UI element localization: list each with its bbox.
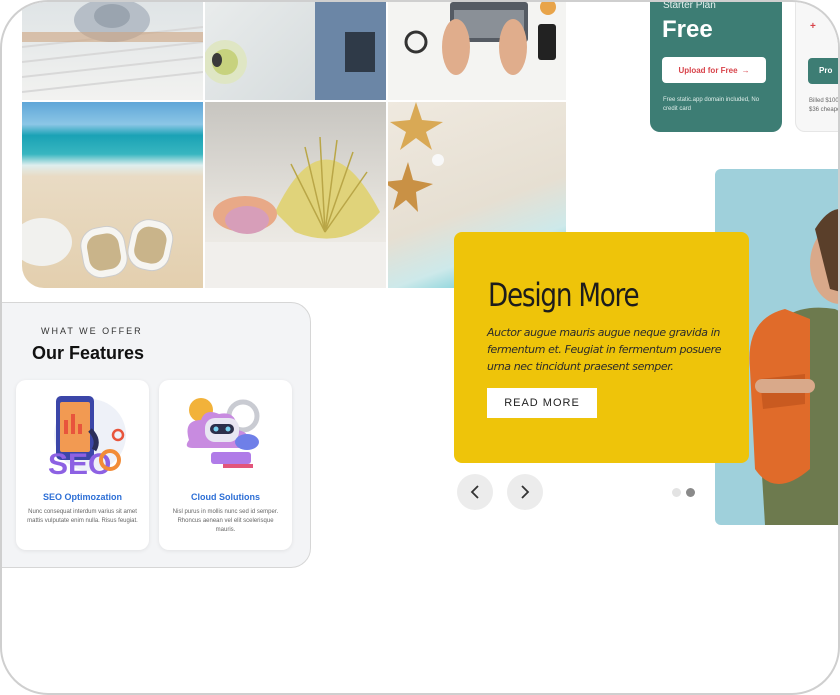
photo-laptop-hands	[388, 2, 566, 100]
section-title: Our Features	[32, 343, 145, 363]
hero-title: Design More	[488, 276, 640, 314]
photo-seashells-sand	[205, 102, 386, 288]
slider-next-button[interactable]	[507, 474, 543, 510]
slider-dot-2-active[interactable]	[686, 488, 695, 497]
slider-prev-button[interactable]	[457, 474, 493, 510]
pro-plan-note-line-1: Billed $100	[809, 98, 839, 104]
feature-card-seo[interactable]: SEO SEO Optimozation Nunc consequat inte…	[16, 380, 149, 550]
upload-button-label: Upload for Free	[678, 65, 738, 75]
photo-sunhat-on-deck	[22, 2, 203, 100]
chevron-right-icon	[521, 485, 530, 499]
hero-slide-card: Design More Auctor augue mauris augue ne…	[454, 232, 749, 463]
feature-title: SEO Optimozation	[42, 492, 122, 502]
plan-note: Free static.app domain included, No cred…	[663, 97, 760, 112]
read-more-button[interactable]: READ MORE	[487, 388, 597, 418]
upload-for-free-button[interactable]: Upload for Free →	[662, 57, 766, 83]
hero-text: Auctor augue mauris augue neque gravida …	[487, 326, 722, 373]
feature-title: Cloud Solutions	[191, 492, 260, 502]
chevron-left-icon	[470, 485, 479, 499]
features-section: WHAT WE OFFER Our Features SEO SEO Optim…	[2, 302, 311, 568]
feature-card-cloud[interactable]: Cloud Solutions Nisl purus in mollis nun…	[159, 380, 292, 550]
pro-plan-button[interactable]: Pro	[808, 58, 838, 84]
seo-illustration-icon: SEO	[48, 396, 126, 480]
plan-name: Starter Plan	[663, 0, 716, 11]
photo-coconut-jeans	[205, 2, 386, 100]
cloud-robot-illustration-icon	[186, 398, 260, 468]
slider-dot-1[interactable]	[672, 488, 681, 497]
arrow-right-icon: →	[741, 65, 750, 75]
pro-plan-note: Billed $100 $36 cheape	[809, 97, 840, 115]
pricing-card-pro: + Pro Billed $100 $36 cheape	[795, 2, 840, 132]
pro-plan-note-line-2: $36 cheape	[809, 107, 840, 113]
plus-icon: +	[810, 21, 816, 32]
section-eyebrow: WHAT WE OFFER	[41, 326, 143, 336]
plan-price: Free	[662, 16, 713, 43]
feature-description: Nunc consequat interdum varius sit amet …	[27, 509, 138, 524]
pricing-card-starter: Starter Plan Free Upload for Free → Free…	[650, 0, 782, 132]
photo-beach-sandals	[22, 102, 203, 288]
screen-frame: Starter Plan Free Upload for Free → Free…	[0, 0, 840, 695]
feature-description: Nisl purus in mollis nunc sed id semper.…	[172, 509, 279, 533]
